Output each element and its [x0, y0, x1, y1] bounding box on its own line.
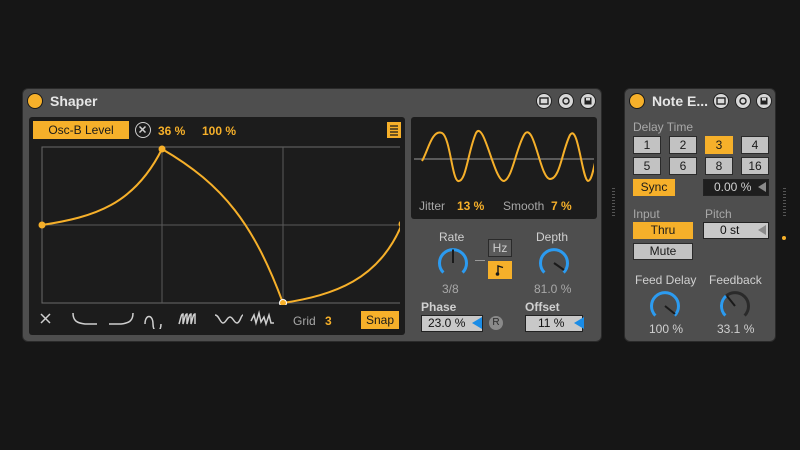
shape-point[interactable]: [398, 221, 401, 228]
note-icon: [495, 265, 504, 276]
device-drag-handle[interactable]: [612, 188, 615, 218]
snap-button[interactable]: Snap: [361, 311, 399, 329]
clear-shape-icon[interactable]: [40, 313, 51, 324]
note-echo-title: Note E...: [652, 93, 709, 109]
feed-delay-value: 100 %: [649, 322, 684, 336]
feedback-value: 33.1 %: [717, 322, 755, 336]
rate-knob[interactable]: [435, 245, 471, 281]
output-waveform-panel: Jitter 13 % Smooth 7 %: [411, 117, 597, 219]
save-preset-icon[interactable]: [756, 93, 772, 109]
sine-shape-icon[interactable]: [144, 315, 162, 330]
depth-value: 81.0 %: [534, 282, 572, 296]
phase-value: 23.0 %: [428, 316, 466, 330]
shape-point[interactable]: [279, 299, 287, 306]
clear-target-icon[interactable]: [135, 122, 151, 138]
smooth-label: Smooth: [503, 199, 545, 213]
shape-presets-row: [40, 310, 274, 330]
rate-value: 3/8: [442, 282, 459, 296]
sync-note-button[interactable]: [488, 261, 512, 279]
delay-sync-button[interactable]: Sync: [633, 179, 675, 196]
mute-button[interactable]: Mute: [633, 243, 693, 260]
random-shape-icon[interactable]: [250, 310, 274, 327]
target-amount[interactable]: 36 %: [158, 124, 185, 138]
delay-button-4[interactable]: 4: [741, 136, 769, 154]
delay-button-2[interactable]: 2: [669, 136, 697, 154]
rate-mode-link: [475, 260, 485, 261]
hot-swap-icon[interactable]: [713, 93, 729, 109]
input-label: Input: [633, 207, 660, 221]
bounce-shape-icon[interactable]: [214, 314, 244, 324]
target-scale[interactable]: 100 %: [202, 124, 236, 138]
phase-arrow-icon[interactable]: [472, 317, 482, 329]
thru-button[interactable]: Thru: [633, 222, 693, 239]
delay-button-5[interactable]: 5: [633, 157, 661, 175]
shaper-title: Shaper: [50, 93, 98, 109]
shaper-power-button[interactable]: [27, 93, 43, 109]
chain-position-indicator: [782, 236, 786, 240]
delay-offset-arrow-icon[interactable]: [758, 182, 766, 192]
menu-icon[interactable]: [387, 122, 401, 138]
phase-reset-button[interactable]: R: [489, 316, 503, 330]
delay-button-1[interactable]: 1: [633, 136, 661, 154]
depth-label: Depth: [536, 230, 569, 244]
map-icon[interactable]: [735, 93, 751, 109]
shaper-device: Shaper Osc-B Level 36 % 100 % Grid 3 Sna…: [22, 88, 602, 342]
rise-shape-icon[interactable]: [109, 312, 134, 325]
feedback-label: Feedback: [709, 273, 762, 287]
rate-label: Rate: [439, 230, 465, 244]
save-preset-icon[interactable]: [580, 93, 596, 109]
delay-button-3[interactable]: 3: [705, 136, 733, 154]
jitter-label: Jitter: [419, 199, 446, 213]
decay-shape-icon[interactable]: [72, 312, 97, 325]
offset-label: Offset: [525, 300, 560, 314]
offset-value: 11 %: [538, 316, 565, 330]
note-echo-device: Note E... Delay Time 1 2 3 4 5 6 8 16 Sy…: [624, 88, 776, 342]
depth-knob[interactable]: [536, 245, 572, 281]
shape-graph[interactable]: [34, 145, 400, 305]
jitter-value[interactable]: 13 %: [457, 199, 484, 213]
delay-button-6[interactable]: 6: [669, 157, 697, 175]
shape-point[interactable]: [158, 145, 166, 153]
delay-offset-value: 0.00 %: [714, 180, 752, 194]
pitch-label: Pitch: [705, 207, 732, 221]
grid-label: Grid: [293, 314, 316, 328]
output-waveform: [414, 129, 594, 183]
hot-swap-icon[interactable]: [536, 93, 552, 109]
pitch-value: 0 st: [720, 223, 740, 237]
note-echo-titlebar: Note E...: [625, 89, 775, 113]
modulation-target-button[interactable]: Osc-B Level: [33, 121, 129, 139]
offset-arrow-icon[interactable]: [574, 317, 584, 329]
phase-reset-label: R: [492, 317, 500, 328]
map-icon[interactable]: [558, 93, 574, 109]
phase-label: Phase: [421, 300, 457, 314]
delay-time-label: Delay Time: [633, 120, 694, 134]
pitch-arrow-icon[interactable]: [758, 225, 766, 235]
shape-point[interactable]: [38, 221, 46, 229]
shaper-titlebar: Shaper: [23, 89, 601, 113]
saw-shape-icon[interactable]: [178, 313, 196, 325]
feed-delay-knob[interactable]: [647, 288, 683, 324]
feed-delay-label: Feed Delay: [635, 273, 697, 287]
chain-scroll-handle[interactable]: [783, 188, 786, 218]
note-echo-power-button[interactable]: [629, 93, 645, 109]
grid-value[interactable]: 3: [325, 314, 332, 328]
feedback-knob[interactable]: [717, 288, 753, 324]
hz-button[interactable]: Hz: [488, 239, 512, 257]
smooth-value[interactable]: 7 %: [551, 199, 572, 213]
shape-editor-panel: Osc-B Level 36 % 100 % Grid 3 Snap: [29, 117, 405, 335]
delay-button-8[interactable]: 8: [705, 157, 733, 175]
delay-button-16[interactable]: 16: [741, 157, 769, 175]
